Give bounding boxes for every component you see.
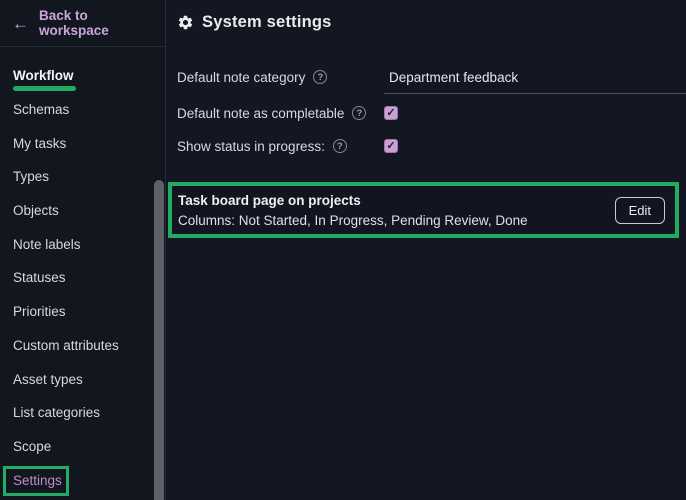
form-row-default-note-completable: Default note as completable ? ✓ bbox=[166, 97, 686, 129]
sidebar-item-schemas[interactable]: Schemas bbox=[0, 93, 165, 127]
task-board-columns: Columns: Not Started, In Progress, Pendi… bbox=[178, 212, 528, 228]
edit-button[interactable]: Edit bbox=[614, 196, 665, 224]
sidebar-item-workflow[interactable]: Workflow bbox=[0, 59, 165, 93]
sidebar-item-label: Settings bbox=[13, 472, 62, 488]
sidebar-item-label: Custom attributes bbox=[13, 337, 119, 353]
sidebar-item-priorities[interactable]: Priorities bbox=[0, 295, 165, 329]
form-row-show-status-in-progress: Show status in progress: ? ✓ bbox=[166, 130, 686, 162]
sidebar-item-label: Schemas bbox=[13, 102, 70, 118]
sidebar-item-label: Note labels bbox=[13, 236, 81, 252]
sidebar-item-my-tasks[interactable]: My tasks bbox=[0, 126, 165, 160]
checkmark-icon: ✓ bbox=[386, 139, 396, 152]
sidebar-item-label: Scope bbox=[13, 438, 52, 454]
gear-icon bbox=[178, 15, 193, 29]
help-icon[interactable]: ? bbox=[352, 106, 367, 120]
sidebar-item-label: Types bbox=[13, 169, 50, 185]
default-note-category-input[interactable] bbox=[384, 64, 686, 94]
field-label: Default note as completable bbox=[177, 105, 345, 121]
sidebar-item-label: Statuses bbox=[13, 270, 66, 286]
main-content: System settings Default note category ? … bbox=[166, 0, 686, 500]
sidebar-item-custom-attributes[interactable]: Custom attributes bbox=[0, 329, 165, 363]
show-status-in-progress-checkbox[interactable]: ✓ bbox=[384, 139, 398, 153]
sidebar-item-label: List categories bbox=[13, 405, 101, 421]
page-header: System settings bbox=[166, 0, 686, 44]
default-note-completable-checkbox[interactable]: ✓ bbox=[384, 106, 398, 120]
back-to-workspace-link[interactable]: ← Back to workspace bbox=[0, 0, 165, 47]
sidebar-item-label: Asset types bbox=[13, 371, 83, 387]
sidebar-scrollbar-thumb[interactable] bbox=[154, 180, 164, 500]
field-label: Default note category bbox=[177, 69, 306, 85]
sidebar-item-objects[interactable]: Objects bbox=[0, 194, 165, 228]
sidebar-item-types[interactable]: Types bbox=[0, 160, 165, 194]
sidebar-item-scope[interactable]: Scope bbox=[0, 430, 165, 464]
checkmark-icon: ✓ bbox=[386, 106, 396, 119]
sidebar-item-label: Workflow bbox=[13, 68, 75, 92]
sidebar: ← Back to workspace Workflow Schemas My … bbox=[0, 0, 166, 500]
sidebar-item-asset-types[interactable]: Asset types bbox=[0, 362, 165, 396]
sidebar-item-label: Objects bbox=[13, 203, 59, 219]
sidebar-item-settings[interactable]: Settings bbox=[0, 463, 165, 497]
sidebar-item-statuses[interactable]: Statuses bbox=[0, 261, 165, 295]
field-label: Show status in progress: bbox=[177, 138, 325, 154]
sidebar-item-label: My tasks bbox=[13, 135, 67, 151]
help-icon[interactable]: ? bbox=[313, 70, 328, 84]
back-to-workspace-label: Back to workspace bbox=[39, 8, 109, 38]
task-board-title: Task board page on projects bbox=[178, 192, 361, 208]
back-arrow-icon: ← bbox=[12, 13, 29, 33]
page-title: System settings bbox=[202, 12, 332, 31]
help-icon[interactable]: ? bbox=[332, 139, 347, 153]
sidebar-nav: Workflow Schemas My tasks Types Objects … bbox=[0, 47, 165, 497]
system-settings-window: ← Back to workspace Workflow Schemas My … bbox=[0, 0, 686, 500]
sidebar-item-note-labels[interactable]: Note labels bbox=[0, 227, 165, 261]
task-board-section: Task board page on projects Columns: Not… bbox=[168, 182, 679, 238]
sidebar-item-list-categories[interactable]: List categories bbox=[0, 396, 165, 430]
sidebar-item-label: Priorities bbox=[13, 304, 66, 320]
form-row-default-note-category: Default note category ? bbox=[166, 60, 686, 94]
